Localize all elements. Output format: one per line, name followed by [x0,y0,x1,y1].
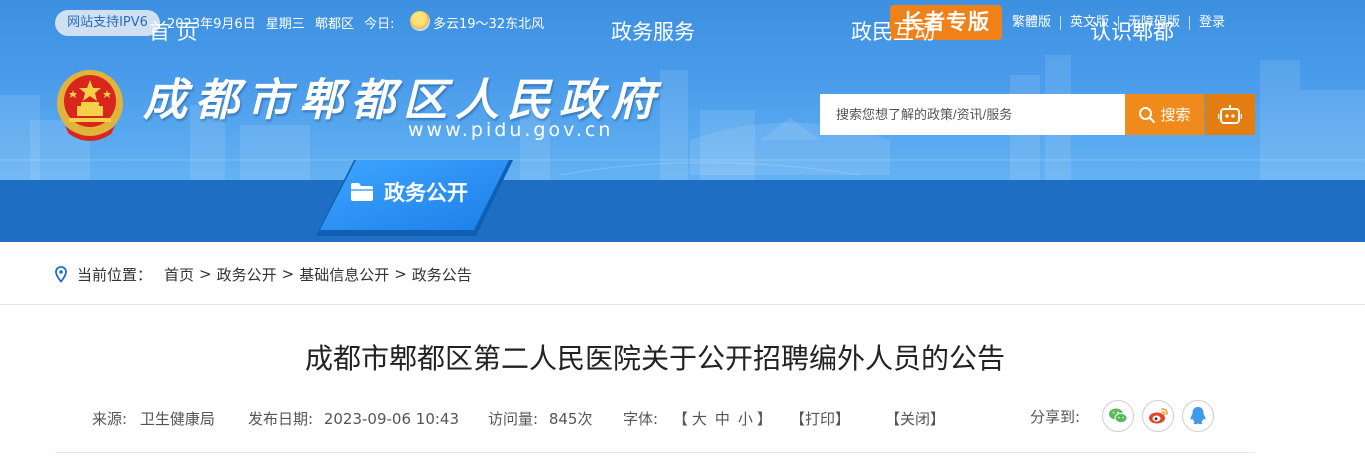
search-button[interactable]: 搜索 [1125,94,1204,135]
search-icon [1139,106,1156,123]
article-date: 发布日期: 2023-09-06 10:43 [248,408,459,429]
font-medium-button[interactable]: 中 [715,410,730,428]
national-emblem-icon[interactable] [55,68,125,144]
breadcrumb-separator: > [199,265,212,283]
qq-icon [1190,407,1206,425]
nav-item-services[interactable]: 政务服务 [611,0,695,62]
font-size-controls: 字体: 【大中小】 [623,408,772,429]
wechat-icon [1109,408,1128,424]
share-label: 分享到: [1030,408,1081,426]
nav-active-label-text: 政务公开 [384,181,468,205]
divider [0,304,1365,305]
share-wechat-button[interactable] [1102,400,1134,432]
breadcrumb-announcements[interactable]: 政务公告 [412,264,472,285]
breadcrumb-separator: > [394,265,407,283]
bracket-open: 【 [672,410,688,428]
article-title: 成都市郫都区第二人民医院关于公开招聘编外人员的公告 [304,342,1005,375]
close-button[interactable]: 【关闭】 [885,408,945,429]
robot-icon [1218,104,1242,124]
breadcrumb-government-affairs[interactable]: 政务公开 [217,264,277,285]
font-size-label: 字体: [623,410,659,428]
share-weibo-button[interactable] [1142,400,1174,432]
nav-item-interaction[interactable]: 政民互动 [851,0,935,62]
location-pin-icon [55,265,67,283]
views-label: 访问量: [488,410,539,428]
font-small-button[interactable]: 小 [738,410,753,428]
nav-item-home[interactable]: 首 页 [149,0,198,62]
weather-text: 多云19～32东北风 [433,17,545,32]
date-info: 2023年9月6日 星期三 郫都区 今日: [167,13,400,32]
source-value: 卫生健康局 [139,410,215,428]
views-value: 845次 [548,410,593,428]
nav-item-government-affairs[interactable]: 政务公开 [350,174,468,210]
date-value: 2023-09-06 10:43 [323,410,460,428]
traditional-chinese-link[interactable]: 繁體版 [1003,16,1060,30]
date-label: 发布日期: [248,410,314,428]
breadcrumb-home[interactable]: 首页 [164,264,194,285]
source-label: 来源: [92,410,128,428]
weather-sunny-cloud-icon [410,11,430,31]
search-button-label: 搜索 [1160,106,1191,124]
breadcrumb-basic-info[interactable]: 基础信息公开 [299,264,389,285]
bracket-close: 】 [756,410,772,428]
ai-assistant-button[interactable] [1205,94,1255,135]
main-nav [0,180,1365,242]
divider [55,452,1255,453]
font-large-button[interactable]: 大 [692,410,707,428]
district-name: 郫都区 [314,17,354,32]
folder-icon [351,183,373,201]
ipv6-badge: 网站支持IPV6 [55,10,160,36]
breadcrumb-separator: > [281,265,295,283]
site-url: www.pidu.gov.cn [408,119,614,141]
article-source: 来源: 卫生健康局 [92,408,215,429]
search-input[interactable] [820,94,1125,135]
login-link[interactable]: 登录 [1189,16,1234,30]
article-views: 访问量: 845次 [488,408,592,429]
share-qq-button[interactable] [1182,400,1214,432]
nav-item-about-pidu[interactable]: 认识郫都 [1090,0,1174,62]
today-label: 今日: [364,17,395,32]
print-button[interactable]: 【打印】 [790,408,850,429]
breadcrumb: 当前位置： 首页 > 政务公开 > 基础信息公开 > 政务公告 [55,264,472,284]
weibo-icon [1149,408,1168,424]
breadcrumb-label: 当前位置： [77,265,153,284]
weekday: 星期三 [265,17,305,32]
